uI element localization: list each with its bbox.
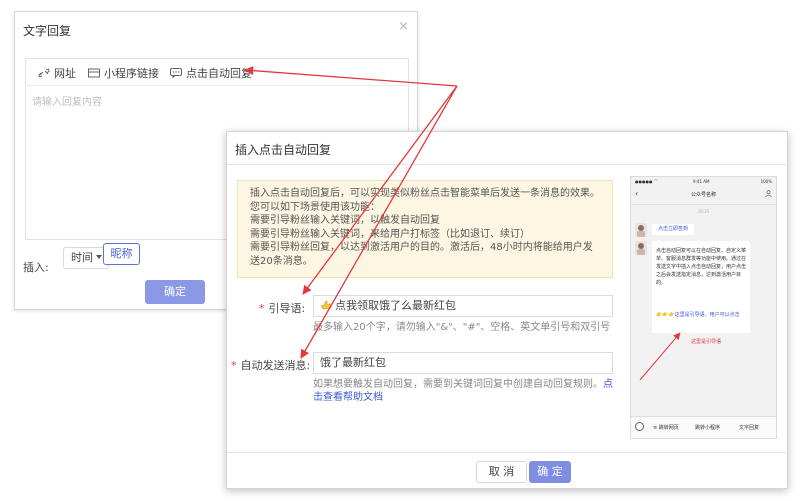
dialog-title: 文字回复 [23,24,72,38]
close-icon[interactable]: × [398,19,409,34]
guide-input[interactable]: 点我领取饿了么最新红包 [313,295,613,317]
keyboard-icon [635,422,644,431]
required-asterisk: * [259,302,265,315]
message-input-value: 饿了最新红包 [320,356,386,369]
insert-label: 插入: [23,261,49,274]
notice-line: 需要引导粉丝输入关键词，来给用户打标签（比如退订、续订） [250,228,530,240]
mini-program-label: 小程序链接 [104,67,159,80]
phone-status-bar: ●●●●● ⌒ 9:41 AM 100% [631,177,776,185]
confirm-button[interactable]: 确定 [145,280,205,304]
ok-button[interactable]: 确 定 [529,461,571,483]
chat-bubble-short: 点击立即签到 [652,224,694,235]
notice-line: 插入点击自动回复后，可以实现类似粉丝点击智能菜单后发送一条消息的效果。 [250,188,600,199]
menu-item: ≡ 跳转网页 [653,425,679,431]
editor-toolbar: 网址 小程序链接 点击自动回复 [26,59,408,86]
notice-line: 您可以如下场景使用该功能： [250,201,380,213]
guide-input-value: 点我领取饿了么最新红包 [335,299,456,312]
bubble-text: 点击自动回复可以在自动回复、自定义菜单、客服消息群发等功能中使用。通过在发送文字… [656,248,747,286]
mini-program-icon [88,68,100,78]
menu-item: 跳转小程序 [695,425,721,431]
chat-bubble-long: 点击自动回复可以在自动回复、自定义菜单、客服消息群发等功能中使用。通过在发送文字… [652,241,750,333]
reply-placeholder: 请输入回复内容 [32,97,102,108]
divider [227,164,787,165]
notice-line: 需要引导粉丝输入关键词，以触发自动回复 [250,215,440,227]
insert-auto-reply-button[interactable]: 点击自动回复 [170,65,252,81]
insert-mini-program-button[interactable]: 小程序链接 [88,65,159,81]
divider [227,452,787,453]
auto-reply-label: 点击自动回复 [186,67,252,80]
bubble-guide-link: 👉👉👉这里是引导语，用户可以点击 [656,312,740,318]
link-label: 网址 [54,67,76,80]
phone-header: ‹ 公众号名称 [631,186,776,205]
message-label-text: 自动发送消息: [240,359,311,372]
avatar [635,223,647,237]
insert-auto-reply-dialog: 插入点击自动回复 插入点击自动回复后，可以实现类似粉丝点击智能菜单后发送一条消息… [226,131,788,489]
cancel-button[interactable]: 取 消 [476,461,527,483]
battery-indicator: 100% [760,179,772,184]
phone-preview: ●●●●● ⌒ 9:41 AM 100% ‹ 公众号名称 16:35 点击立即签… [630,176,777,439]
notice-line: 需要引导粉丝回复，以达到激活用户的目的。激活后，48小时内将能给用户发送20条消… [250,242,593,267]
dialog-title: 插入点击自动回复 [235,143,332,157]
status-time: 9:41 AM [693,179,710,184]
link-icon [38,68,50,78]
required-asterisk: * [231,359,237,372]
guide-label: * 引导语: [259,300,305,316]
avatar [635,241,647,255]
guide-hint: 最多输入20个字，请勿输入"&"、"#"、空格、英文单引号和双引号 [313,322,611,333]
user-icon [765,190,772,197]
message-hint-text: 如果想要触发自动回复，需要到关键词回复中创建自动回复规则。 [313,379,603,390]
guide-label-text: 引导语: [268,302,306,315]
notice-box: 插入点击自动回复后，可以实现类似粉丝点击智能菜单后发送一条消息的效果。 您可以如… [237,180,613,278]
hand-pointer-icon [320,300,332,310]
nickname-button[interactable]: 昵称 [103,243,140,265]
message-hint: 如果想要触发自动回复，需要到关键词回复中创建自动回复规则。点击查看帮助文档 [313,378,613,404]
phone-menu-bar: ≡ 跳转网页 跳转小程序 文字回复 [631,416,776,438]
message-input[interactable]: 饿了最新红包 [313,352,613,374]
message-label: * 自动发送消息: [231,357,310,373]
time-select-value: 时间 [71,251,93,264]
signal-indicator: ●●●●● ⌒ [635,179,658,184]
menu-item: 文字回复 [739,425,760,431]
chat-bubble-icon [170,68,182,78]
insert-link-button[interactable]: 网址 [38,65,76,81]
annotation-label: 这里是引导语 [691,339,722,345]
account-name: 公众号名称 [690,192,716,198]
chat-date: 16:35 [697,209,710,214]
chevron-down-icon [96,255,102,259]
